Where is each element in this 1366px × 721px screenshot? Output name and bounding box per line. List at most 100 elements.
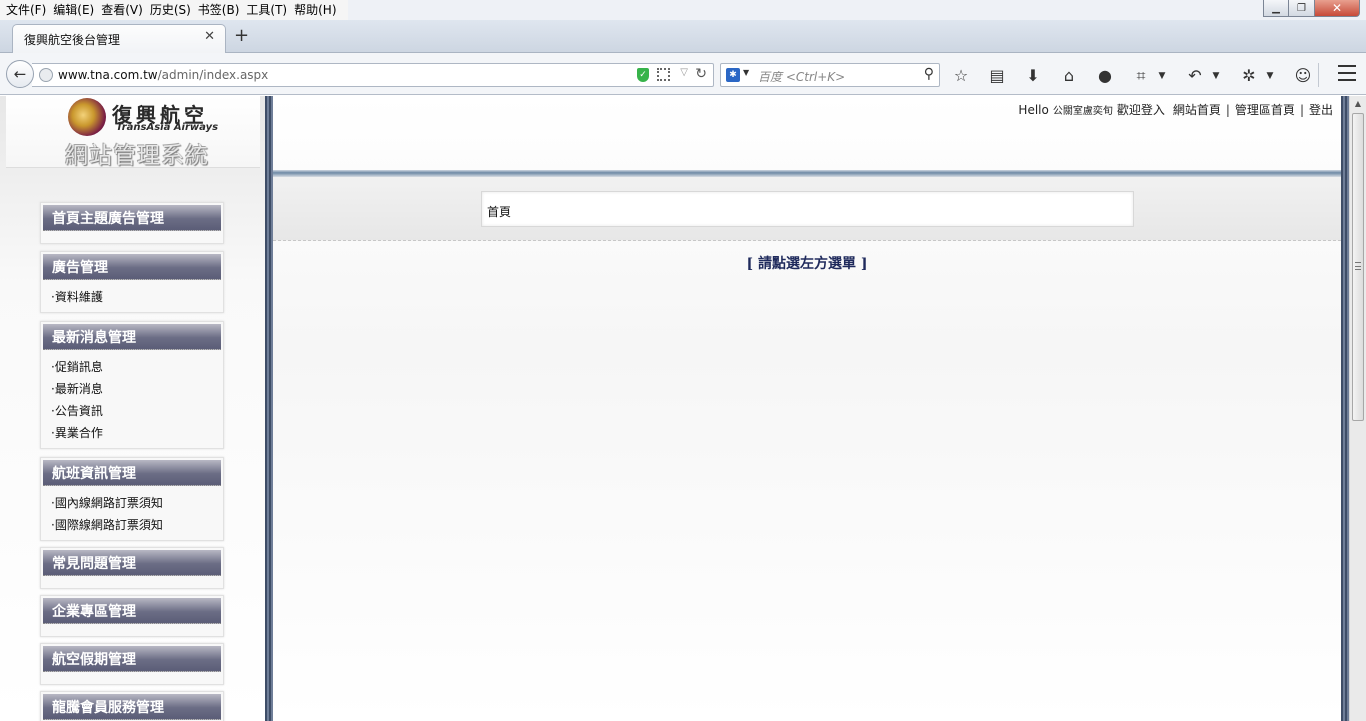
tab-bar: 復興航空後台管理 ✕ +	[0, 20, 1366, 54]
site-home-link[interactable]: 網站首頁	[1173, 101, 1221, 118]
url-text: www.tna.com.tw/admin/index.aspx	[58, 68, 268, 82]
chevron-down-icon[interactable]: ▼	[1210, 65, 1222, 87]
menu-group-faq: 常見問題管理	[40, 547, 224, 589]
toolbar: ☆ ▤ ⬇ ⌂ ● ⌗ ▼ ↶ ▼ ✲ ▼ ☺	[948, 65, 1326, 87]
menu-group-homepage-ads: 首頁主題廣告管理	[40, 202, 224, 244]
url-dropdown-icon[interactable]: ▽	[680, 67, 688, 78]
close-window-icon[interactable]: ✕	[1315, 0, 1360, 17]
tab-admin[interactable]: 復興航空後台管理 ✕	[12, 24, 226, 54]
menu-group-title[interactable]: 龍騰會員服務管理	[43, 694, 221, 720]
menu-group-holidays: 航空假期管理	[40, 643, 224, 685]
menu-group-items: ·資料維護	[41, 280, 223, 312]
tab-title: 復興航空後台管理	[24, 33, 121, 47]
menu-bookmarks[interactable]: 书签(B)	[196, 0, 245, 20]
logout-link[interactable]: 登出	[1309, 101, 1333, 118]
frame-divider[interactable]	[265, 96, 273, 721]
menu-group-title[interactable]: 最新消息管理	[43, 324, 221, 350]
extension-icon[interactable]: ✲	[1236, 65, 1262, 87]
menu-group-items	[41, 624, 223, 636]
reload-icon[interactable]: ↻	[695, 66, 707, 82]
navigation-bar: www.tna.com.tw/admin/index.aspx ✓ ▽ ↻ ← …	[0, 53, 1366, 95]
main-pane: Hello 公關室盧奕旬 歡迎登入 網站首頁 | 管理區首頁 | 登出 首頁 […	[273, 96, 1341, 721]
qr-code-icon[interactable]	[657, 68, 670, 81]
crop-icon[interactable]: ⌗	[1128, 65, 1154, 87]
admin-home-link[interactable]: 管理區首頁	[1235, 101, 1295, 118]
breadcrumb-area: 首頁	[273, 177, 1341, 241]
search-icon[interactable]: ⚲	[924, 66, 934, 82]
chat-icon[interactable]: ●	[1092, 65, 1118, 87]
smiley-icon[interactable]: ☺	[1290, 65, 1316, 87]
breadcrumb: 首頁	[481, 191, 1134, 227]
menu-item-promotions[interactable]: ·促銷訊息	[51, 356, 223, 378]
menu-edit[interactable]: 编辑(E)	[51, 0, 99, 20]
menu-group-items: ·國內線網路訂票須知 ·國際線網路訂票須知	[41, 486, 223, 540]
scroll-thumb[interactable]	[1352, 113, 1364, 421]
scroll-up-icon[interactable]: ▲	[1350, 96, 1366, 112]
toolbar-separator	[1318, 63, 1319, 87]
menu-group-title[interactable]: 航空假期管理	[43, 646, 221, 672]
menu-item-latest-news[interactable]: ·最新消息	[51, 378, 223, 400]
new-tab-icon[interactable]: +	[234, 27, 249, 45]
menu-group-title[interactable]: 航班資訊管理	[43, 460, 221, 486]
system-title: 網站管理系統	[65, 143, 209, 169]
menu-group-news: 最新消息管理 ·促銷訊息 ·最新消息 ·公告資訊 ·異業合作	[40, 321, 224, 449]
vertical-scrollbar[interactable]: ▲	[1349, 96, 1366, 721]
airline-logo-icon	[68, 98, 106, 136]
hamburger-menu-icon[interactable]	[1338, 65, 1356, 81]
instruction-text: [ 請點選左方選單 ]	[746, 256, 868, 272]
url-bar[interactable]: www.tna.com.tw/admin/index.aspx ✓ ▽ ↻	[32, 63, 714, 87]
menu-item-announcements[interactable]: ·公告資訊	[51, 400, 223, 422]
chevron-down-icon[interactable]: ▼	[1156, 65, 1168, 87]
chevron-down-icon[interactable]: ▼	[1264, 65, 1276, 87]
shield-icon[interactable]: ✓	[637, 68, 649, 82]
tab-close-icon[interactable]: ✕	[204, 29, 215, 44]
search-placeholder: 百度 <Ctrl+K>	[758, 70, 846, 84]
reading-list-icon[interactable]: ▤	[984, 65, 1010, 87]
header-divider	[273, 170, 1341, 177]
restore-icon[interactable]: ❐	[1289, 0, 1315, 17]
logo-name-en: TransAsia Airways	[116, 122, 219, 133]
back-button[interactable]: ←	[6, 60, 34, 88]
page-content: 復興航空 TransAsia Airways 網站管理系統 首頁主題廣告管理 廣…	[0, 96, 1349, 721]
logo: 復興航空 TransAsia Airways 網站管理系統	[6, 96, 260, 169]
left-sidebar: 復興航空 TransAsia Airways 網站管理系統 首頁主題廣告管理 廣…	[0, 96, 265, 721]
menu-tools[interactable]: 工具(T)	[244, 0, 292, 20]
menu-group-title[interactable]: 企業專區管理	[43, 598, 221, 624]
menu-group-title[interactable]: 常見問題管理	[43, 550, 221, 576]
menu-bar: 文件(F) 编辑(E) 查看(V) 历史(S) 书签(B) 工具(T) 帮助(H…	[0, 0, 1366, 20]
menu-item-partnerships[interactable]: ·異業合作	[51, 422, 223, 444]
user-links: Hello 公關室盧奕旬 歡迎登入 網站首頁 | 管理區首頁 | 登出	[1018, 101, 1333, 118]
undo-icon[interactable]: ↶	[1182, 65, 1208, 87]
username: 公關室盧奕旬	[1052, 106, 1113, 117]
home-icon[interactable]: ⌂	[1056, 65, 1082, 87]
menu-group-flight-info: 航班資訊管理 ·國內線網路訂票須知 ·國際線網路訂票須知	[40, 457, 224, 541]
menu-group-items: ·促銷訊息 ·最新消息 ·公告資訊 ·異業合作	[41, 350, 223, 448]
url-host: www.tna.com.tw	[58, 68, 158, 82]
menu-item-data-maintenance[interactable]: ·資料維護	[51, 286, 223, 308]
welcome-text: 歡迎登入	[1116, 103, 1165, 117]
right-frame-edge	[1341, 96, 1349, 721]
menu-item-international-booking-notice[interactable]: ·國際線網路訂票須知	[51, 514, 223, 536]
minimize-icon[interactable]: ▁	[1263, 0, 1289, 17]
menu-help[interactable]: 帮助(H)	[292, 0, 341, 20]
menu-group-title[interactable]: 廣告管理	[43, 254, 221, 280]
greeting: Hello	[1018, 102, 1049, 117]
chevron-down-icon[interactable]: ▼	[743, 68, 749, 77]
menu-list: 文件(F) 编辑(E) 查看(V) 历史(S) 书签(B) 工具(T) 帮助(H…	[0, 0, 348, 20]
menu-view[interactable]: 查看(V)	[99, 0, 148, 20]
menu-file[interactable]: 文件(F)	[4, 0, 51, 20]
baidu-icon[interactable]: ✱	[726, 68, 740, 82]
menu-item-domestic-booking-notice[interactable]: ·國內線網路訂票須知	[51, 492, 223, 514]
globe-icon	[39, 68, 53, 82]
menu-group-title[interactable]: 首頁主題廣告管理	[43, 205, 221, 231]
link-separator: |	[1299, 102, 1304, 117]
menu-history[interactable]: 历史(S)	[148, 0, 196, 20]
search-bar[interactable]: ✱ ▼ 百度 <Ctrl+K> ⚲	[720, 63, 940, 87]
bookmark-star-icon[interactable]: ☆	[948, 65, 974, 87]
download-icon[interactable]: ⬇	[1020, 65, 1046, 87]
menu-group-items	[41, 576, 223, 588]
menu-group-items	[41, 672, 223, 684]
arrow-left-icon: ←	[13, 65, 27, 83]
menu-group-corporate: 企業專區管理	[40, 595, 224, 637]
breadcrumb-home: 首頁	[487, 205, 512, 219]
